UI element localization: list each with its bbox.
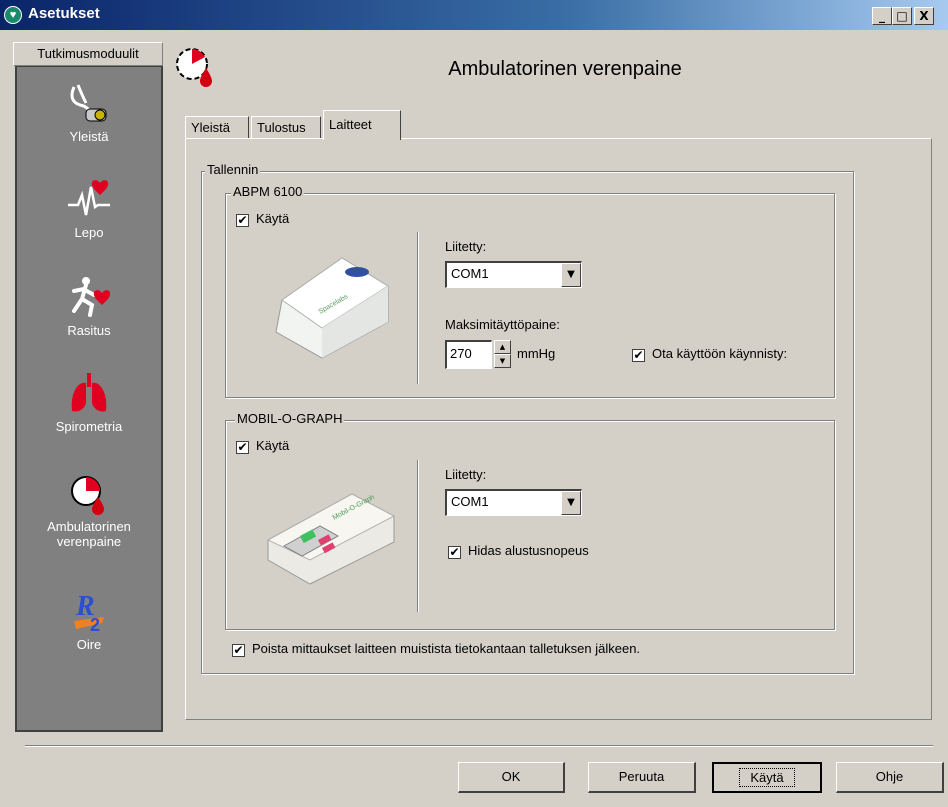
mobil-use-checkbox[interactable]: ✔ <box>236 441 249 454</box>
sidebar-item-spirometria[interactable]: Spirometria <box>17 371 161 434</box>
sidebar-item-rasitus[interactable]: Rasitus <box>17 275 161 338</box>
chevron-down-icon[interactable]: ▼ <box>561 263 581 287</box>
sidebar-item-label: Lepo <box>74 225 104 240</box>
delete-after-save-checkbox[interactable]: ✔ <box>232 644 245 657</box>
spin-up-icon[interactable]: ▲ <box>494 340 511 354</box>
app-heart-icon: ♥ <box>4 6 22 24</box>
abpm-use-label: Käytä <box>256 211 290 226</box>
blood-pressure-clock-icon <box>71 476 104 515</box>
sidebar-item-label: Oire <box>76 637 102 652</box>
max-pressure-input[interactable]: 270 <box>445 340 492 369</box>
spin-down-icon[interactable]: ▼ <box>494 354 511 368</box>
sidebar-item-oire[interactable]: R 2 Oire <box>17 589 161 652</box>
ok-button[interactable]: OK <box>458 762 565 793</box>
sidebar-item-label: Yleistä <box>69 129 109 144</box>
maximize-button[interactable]: □ <box>892 7 912 25</box>
startup-label: Ota käyttöön käynnisty: <box>652 346 788 361</box>
recorder-group-legend: Tallennin <box>205 162 261 177</box>
sidebar-item-yleista[interactable]: Yleistä <box>17 81 161 144</box>
mobil-group-legend: MOBIL-O-GRAPH <box>235 411 345 426</box>
tab-laitteet[interactable]: Laitteet <box>323 110 401 140</box>
sidebar-item-label: Rasitus <box>67 323 111 338</box>
unit-label: mmHg <box>517 346 556 361</box>
minimize-button[interactable]: _ <box>872 7 892 25</box>
mobil-port-select[interactable]: COM1 ▼ <box>445 489 582 516</box>
sidebar-item-label: Spirometria <box>55 419 123 434</box>
abpm-port-value: COM1 <box>451 266 489 281</box>
max-pressure-label: Maksimitäyttöpaine: <box>445 317 560 332</box>
sidebar-item-ambulatorinen-verenpaine[interactable]: Ambulatorinen verenpaine <box>17 471 161 549</box>
module-sidebar: Yleistä Lepo Rasitus Spirometria Ambulat… <box>15 66 163 732</box>
close-button[interactable]: X <box>914 7 934 25</box>
runner-heart-icon <box>72 277 111 317</box>
title-bar[interactable]: ♥ Asetukset _ □ X <box>0 0 948 30</box>
mobil-connected-label: Liitetty: <box>445 467 487 482</box>
apply-button[interactable]: Käytä <box>712 762 822 793</box>
sidebar-header[interactable]: Tutkimusmoduulit <box>13 42 163 66</box>
page-title: Ambulatorinen verenpaine <box>448 58 682 80</box>
mobil-divider <box>417 460 419 612</box>
cancel-button[interactable]: Peruuta <box>588 762 696 793</box>
tab-tulostus[interactable]: Tulostus <box>251 116 321 140</box>
bottom-separator <box>25 745 933 747</box>
mobil-use-label: Käytä <box>256 438 290 453</box>
abpm-group-legend: ABPM 6100 <box>231 184 305 199</box>
window-title: Asetukset <box>28 5 100 22</box>
lungs-icon <box>71 373 107 412</box>
abpm-divider <box>417 232 419 384</box>
blood-pressure-clock-icon <box>176 48 212 87</box>
svg-text:2: 2 <box>90 615 100 633</box>
slow-init-label: Hidas alustusnopeus <box>468 543 589 558</box>
startup-checkbox[interactable]: ✔ <box>632 349 645 362</box>
r2-logo-icon: R 2 <box>74 591 104 633</box>
abpm-port-select[interactable]: COM1 ▼ <box>445 261 582 288</box>
stethoscope-icon <box>70 84 107 122</box>
sidebar-item-label: Ambulatorinen verenpaine <box>47 519 131 549</box>
tab-yleista[interactable]: Yleistä <box>185 116 249 140</box>
mobil-port-value: COM1 <box>451 494 489 509</box>
heartbeat-icon <box>68 180 110 216</box>
abpm-connected-label: Liitetty: <box>445 239 487 254</box>
sidebar-item-lepo[interactable]: Lepo <box>17 177 161 240</box>
help-button[interactable]: Ohje <box>836 762 944 793</box>
slow-init-checkbox[interactable]: ✔ <box>448 546 461 559</box>
abpm-use-checkbox[interactable]: ✔ <box>236 214 249 227</box>
delete-after-save-label: Poista mittaukset laitteen muistista tie… <box>252 641 641 656</box>
abpm-device-image: Spacelabs <box>275 257 389 359</box>
chevron-down-icon[interactable]: ▼ <box>561 491 581 515</box>
mobil-device-image: Mobil-O-Graph <box>266 493 396 585</box>
